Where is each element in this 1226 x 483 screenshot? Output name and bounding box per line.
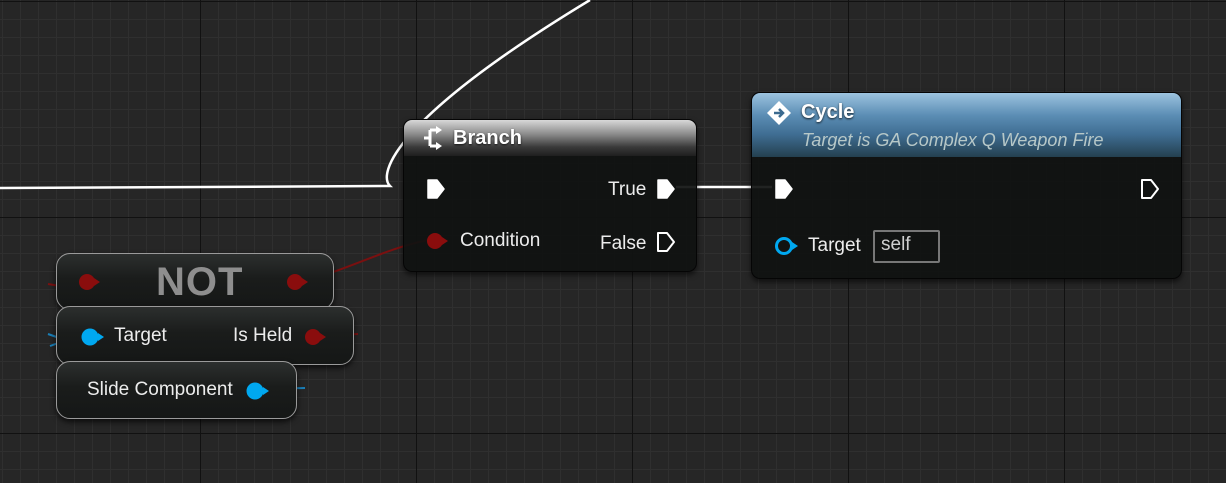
branch-false-label: False — [600, 233, 647, 254]
branch-condition-pin[interactable] — [425, 231, 449, 251]
branch-true-label: True — [608, 179, 647, 200]
not-output-pin[interactable] — [285, 272, 309, 292]
cycle-exec-in-pin[interactable] — [774, 178, 794, 200]
cycle-target-pin[interactable] — [773, 235, 799, 257]
cycle-node[interactable]: Cycle Target is GA Complex Q Weapon Fire… — [751, 92, 1182, 279]
cycle-exec-out-pin[interactable] — [1140, 178, 1160, 200]
function-diamond-icon — [767, 101, 791, 125]
cycle-target-label: Target — [808, 235, 861, 256]
is-held-output-label: Is Held — [233, 325, 293, 346]
branch-icon — [424, 126, 442, 150]
is-held-target-pin[interactable] — [79, 326, 105, 348]
branch-exec-in-pin[interactable] — [426, 178, 446, 200]
cycle-target-input[interactable]: self — [873, 230, 940, 263]
slide-component-label: Slide Component — [87, 379, 233, 400]
cycle-subtitle: Target is GA Complex Q Weapon Fire — [802, 130, 1104, 150]
not-title: NOT — [156, 260, 244, 304]
branch-node[interactable]: Branch Condition True False — [403, 119, 697, 272]
cycle-header[interactable]: Cycle Target is GA Complex Q Weapon Fire — [752, 93, 1181, 157]
is-held-output-pin[interactable] — [303, 327, 327, 347]
branch-true-pin[interactable] — [656, 178, 676, 200]
not-node[interactable]: NOT — [56, 253, 334, 310]
is-held-node[interactable]: Target Is Held — [56, 306, 354, 365]
is-held-target-label: Target — [114, 325, 167, 346]
slide-component-node[interactable]: Slide Component — [56, 361, 297, 419]
cycle-title: Cycle — [801, 101, 855, 123]
branch-false-pin[interactable] — [656, 231, 676, 253]
branch-header[interactable]: Branch — [404, 120, 696, 156]
slide-component-output-pin[interactable] — [244, 380, 270, 402]
branch-title: Branch — [453, 127, 522, 149]
not-input-pin[interactable] — [77, 272, 101, 292]
branch-condition-label: Condition — [460, 230, 541, 251]
